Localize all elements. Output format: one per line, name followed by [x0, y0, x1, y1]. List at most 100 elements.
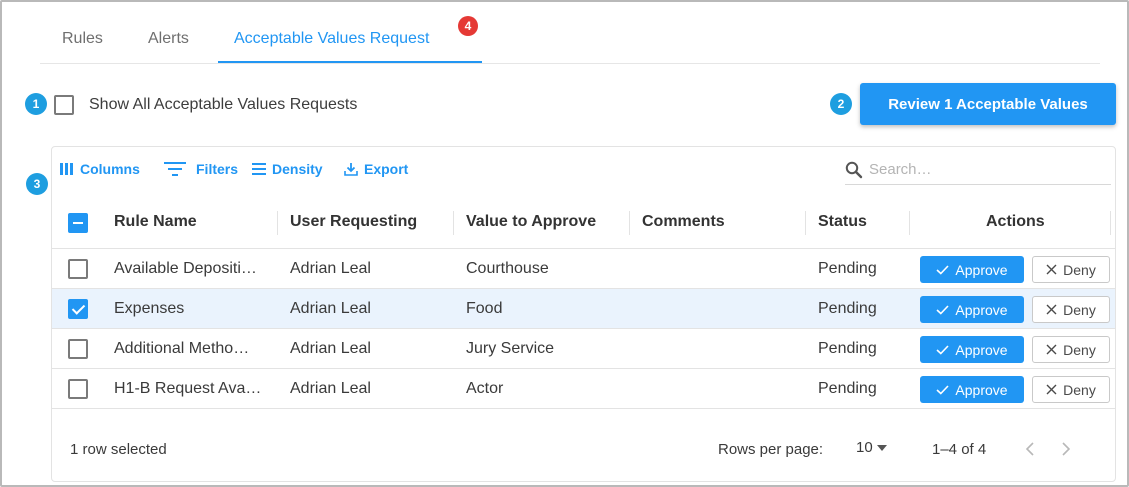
density-label: Density — [272, 161, 323, 177]
close-icon — [1046, 264, 1057, 275]
selected-row-count: 1 row selected — [70, 441, 167, 458]
download-icon — [344, 162, 358, 176]
column-separator[interactable] — [909, 211, 910, 235]
user-requesting-cell: Adrian Leal — [290, 300, 371, 317]
approve-label: Approve — [955, 381, 1008, 398]
check-icon — [936, 264, 949, 275]
deny-label: Deny — [1063, 341, 1096, 358]
tab-bar: Rules Alerts Acceptable Values Request 4 — [40, 16, 1100, 64]
density-button[interactable]: Density — [252, 161, 323, 177]
table-row[interactable]: Additional Metho… Adrian Leal Jury Servi… — [52, 329, 1115, 369]
deny-button[interactable]: Deny — [1032, 296, 1110, 323]
approve-label: Approve — [955, 301, 1008, 318]
show-all-label: Show All Acceptable Values Requests — [89, 96, 358, 113]
step-marker-3: 3 — [26, 173, 48, 195]
pagination-range: 1–4 of 4 — [932, 441, 987, 458]
step-marker-2: 2 — [830, 93, 852, 115]
approve-button[interactable]: Approve — [920, 296, 1024, 323]
filter-icon — [164, 162, 186, 176]
window-frame: Rules Alerts Acceptable Values Request 4… — [0, 0, 1129, 487]
select-all-checkbox[interactable] — [68, 213, 88, 233]
show-all-checkbox[interactable] — [54, 95, 74, 115]
review-acceptable-values-button[interactable]: Review 1 Acceptable Values — [860, 83, 1116, 125]
chevron-left-icon — [1026, 442, 1034, 456]
column-header-value-to-approve[interactable]: Value to Approve — [466, 213, 596, 231]
columns-button[interactable]: Columns — [60, 161, 140, 177]
user-requesting-cell: Adrian Leal — [290, 260, 371, 277]
search-box — [845, 155, 1111, 185]
user-requesting-cell: Adrian Leal — [290, 340, 371, 357]
filters-button[interactable]: Filters — [164, 161, 238, 177]
data-grid: Columns Filters Density Export Search… R… — [51, 146, 1116, 482]
column-header-status[interactable]: Status — [818, 213, 867, 231]
rule-name-cell: Expenses — [114, 300, 185, 317]
search-icon — [845, 161, 863, 179]
rows-per-page-label: Rows per page: — [718, 441, 824, 458]
approve-label: Approve — [955, 341, 1008, 358]
grid-footer: 1 row selected Rows per page: 10 1–4 of … — [52, 415, 1115, 481]
approve-button[interactable]: Approve — [920, 256, 1024, 283]
rule-name-cell: H1-B Request Ava… — [114, 380, 262, 397]
row-checkbox[interactable] — [68, 259, 88, 279]
table-row[interactable]: Available Depositi… Adrian Leal Courthou… — [52, 249, 1115, 289]
approve-button[interactable]: Approve — [920, 336, 1024, 363]
export-button[interactable]: Export — [344, 161, 408, 177]
status-cell: Pending — [818, 340, 877, 357]
rule-name-cell: Additional Metho… — [114, 340, 250, 357]
column-header-user-requesting[interactable]: User Requesting — [290, 213, 417, 231]
next-page-button[interactable] — [1054, 437, 1078, 461]
table-row[interactable]: H1-B Request Ava… Adrian Leal Actor Pend… — [52, 369, 1115, 409]
table-header: Rule Name User Requesting Value to Appro… — [52, 197, 1115, 249]
table-row[interactable]: Expenses Adrian Leal Food Pending Approv… — [52, 289, 1115, 329]
row-checkbox[interactable] — [68, 299, 88, 319]
previous-page-button[interactable] — [1018, 437, 1042, 461]
tab-alerts[interactable]: Alerts — [148, 30, 189, 48]
active-tab-indicator — [218, 61, 482, 63]
deny-button[interactable]: Deny — [1032, 376, 1110, 403]
deny-label: Deny — [1063, 381, 1096, 398]
approve-button[interactable]: Approve — [920, 376, 1024, 403]
column-separator[interactable] — [1110, 211, 1111, 235]
value-to-approve-cell: Jury Service — [466, 340, 555, 357]
export-label: Export — [364, 161, 409, 177]
value-to-approve-cell: Food — [466, 300, 503, 317]
status-cell: Pending — [818, 380, 877, 397]
tab-acceptable-values-request[interactable]: Acceptable Values Request — [234, 30, 429, 48]
deny-label: Deny — [1063, 301, 1096, 318]
row-checkbox[interactable] — [68, 339, 88, 359]
column-header-rule-name[interactable]: Rule Name — [114, 213, 197, 231]
row-checkbox[interactable] — [68, 379, 88, 399]
check-icon — [936, 344, 949, 355]
column-separator[interactable] — [453, 211, 454, 235]
columns-icon — [60, 163, 74, 175]
tab-rules[interactable]: Rules — [62, 30, 103, 48]
rows-per-page-value: 10 — [856, 439, 873, 456]
tab-notification-badge: 4 — [458, 16, 478, 36]
filters-label: Filters — [196, 161, 239, 177]
column-header-actions: Actions — [986, 213, 1045, 230]
chevron-right-icon — [1062, 442, 1070, 456]
column-separator[interactable] — [629, 211, 630, 235]
status-cell: Pending — [818, 300, 877, 317]
show-all-toggle[interactable]: Show All Acceptable Values Requests — [54, 94, 357, 116]
close-icon — [1046, 384, 1057, 395]
deny-label: Deny — [1063, 261, 1096, 278]
column-header-comments[interactable]: Comments — [642, 213, 725, 231]
column-separator[interactable] — [805, 211, 806, 235]
approve-label: Approve — [955, 261, 1008, 278]
close-icon — [1046, 344, 1057, 355]
deny-button[interactable]: Deny — [1032, 336, 1110, 363]
columns-label: Columns — [80, 161, 140, 177]
grid-toolbar: Columns Filters Density Export — [52, 147, 1115, 191]
rows-per-page-select[interactable]: 10 — [856, 439, 887, 456]
check-icon — [936, 384, 949, 395]
caret-down-icon — [876, 444, 887, 451]
value-to-approve-cell: Actor — [466, 380, 504, 397]
search-input[interactable] — [869, 161, 1099, 178]
rule-name-cell: Available Depositi… — [114, 260, 257, 277]
step-marker-1: 1 — [25, 93, 47, 115]
status-cell: Pending — [818, 260, 877, 277]
column-separator[interactable] — [277, 211, 278, 235]
deny-button[interactable]: Deny — [1032, 256, 1110, 283]
user-requesting-cell: Adrian Leal — [290, 380, 371, 397]
